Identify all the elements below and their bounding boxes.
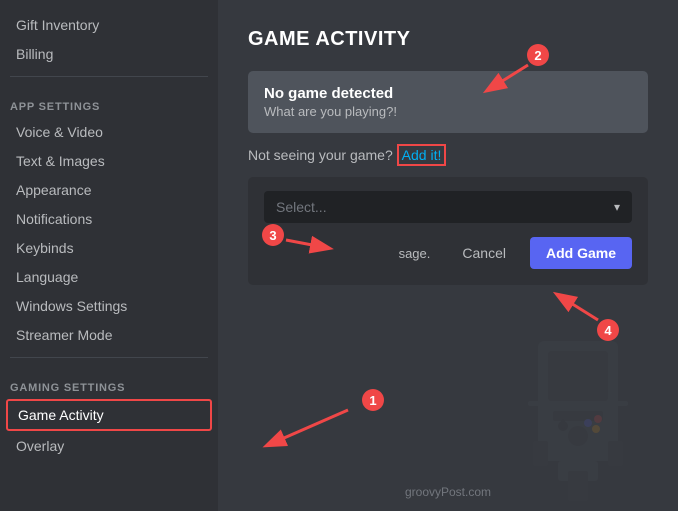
sidebar-item-voice-video[interactable]: Voice & Video: [6, 118, 212, 146]
sidebar-item-label: Keybinds: [16, 240, 74, 256]
sidebar-item-billing[interactable]: Billing: [6, 40, 212, 68]
no-game-title: No game detected: [264, 85, 632, 102]
sidebar-item-label: Game Activity: [18, 407, 104, 423]
overlay-text-label: sage.: [399, 246, 431, 261]
sidebar-item-overlay[interactable]: Overlay: [6, 432, 212, 460]
sidebar-item-label: Windows Settings: [16, 298, 127, 314]
arrow-4: 4: [558, 295, 619, 341]
no-game-banner: No game detected What are you playing?!: [248, 71, 648, 133]
sidebar-item-notifications[interactable]: Notifications: [6, 205, 212, 233]
not-seeing-text: Not seeing your game?: [248, 147, 393, 163]
sidebar-item-label: Language: [16, 269, 78, 285]
cancel-button[interactable]: Cancel: [448, 237, 520, 269]
sidebar-item-label: Streamer Mode: [16, 327, 112, 343]
sidebar-item-label: Billing: [16, 46, 53, 62]
select-input-row[interactable]: Select... ▾: [264, 191, 632, 223]
svg-text:4: 4: [604, 323, 612, 338]
sidebar-item-text-images[interactable]: Text & Images: [6, 147, 212, 175]
page-title: GAME ACTIVITY: [248, 28, 648, 51]
add-it-link[interactable]: Add it!: [397, 144, 447, 166]
action-row: sage. Cancel Add Game: [264, 237, 632, 269]
add-game-area: Select... ▾ sage. Cancel Add Game: [248, 177, 648, 285]
sidebar-item-label: Text & Images: [16, 153, 105, 169]
sidebar-item-keybinds[interactable]: Keybinds: [6, 234, 212, 262]
watermark: groovyPost.com: [405, 485, 491, 499]
sidebar-item-label: Notifications: [16, 211, 92, 227]
sidebar-item-label: Appearance: [16, 182, 92, 198]
background-decoration: [478, 311, 678, 511]
sidebar-item-language[interactable]: Language: [6, 263, 212, 291]
arrow-1: 1: [268, 389, 384, 445]
sidebar-section-gaming-settings: GAMING SETTINGS: [0, 366, 218, 398]
sidebar-item-label: Overlay: [16, 438, 64, 454]
select-placeholder: Select...: [276, 199, 614, 215]
sidebar-item-windows-settings[interactable]: Windows Settings: [6, 292, 212, 320]
sidebar: Gift Inventory Billing APP SETTINGS Voic…: [0, 0, 218, 511]
sidebar-item-appearance[interactable]: Appearance: [6, 176, 212, 204]
main-content: GAME ACTIVITY No game detected What are …: [218, 0, 678, 511]
sidebar-item-game-activity[interactable]: Game Activity: [6, 399, 212, 431]
chevron-down-icon: ▾: [614, 200, 620, 214]
add-game-button[interactable]: Add Game: [530, 237, 632, 269]
sidebar-item-label: Voice & Video: [16, 124, 103, 140]
sidebar-item-label: Gift Inventory: [16, 17, 99, 33]
not-seeing-row: Not seeing your game? Add it!: [248, 147, 648, 163]
no-game-subtitle: What are you playing?!: [264, 104, 632, 119]
sidebar-divider-2: [10, 357, 208, 358]
sidebar-item-streamer-mode[interactable]: Streamer Mode: [6, 321, 212, 349]
svg-text:1: 1: [369, 393, 376, 408]
sidebar-divider: [10, 76, 208, 77]
sidebar-item-gift-inventory[interactable]: Gift Inventory: [6, 11, 212, 39]
sidebar-section-app-settings: APP SETTINGS: [0, 85, 218, 117]
